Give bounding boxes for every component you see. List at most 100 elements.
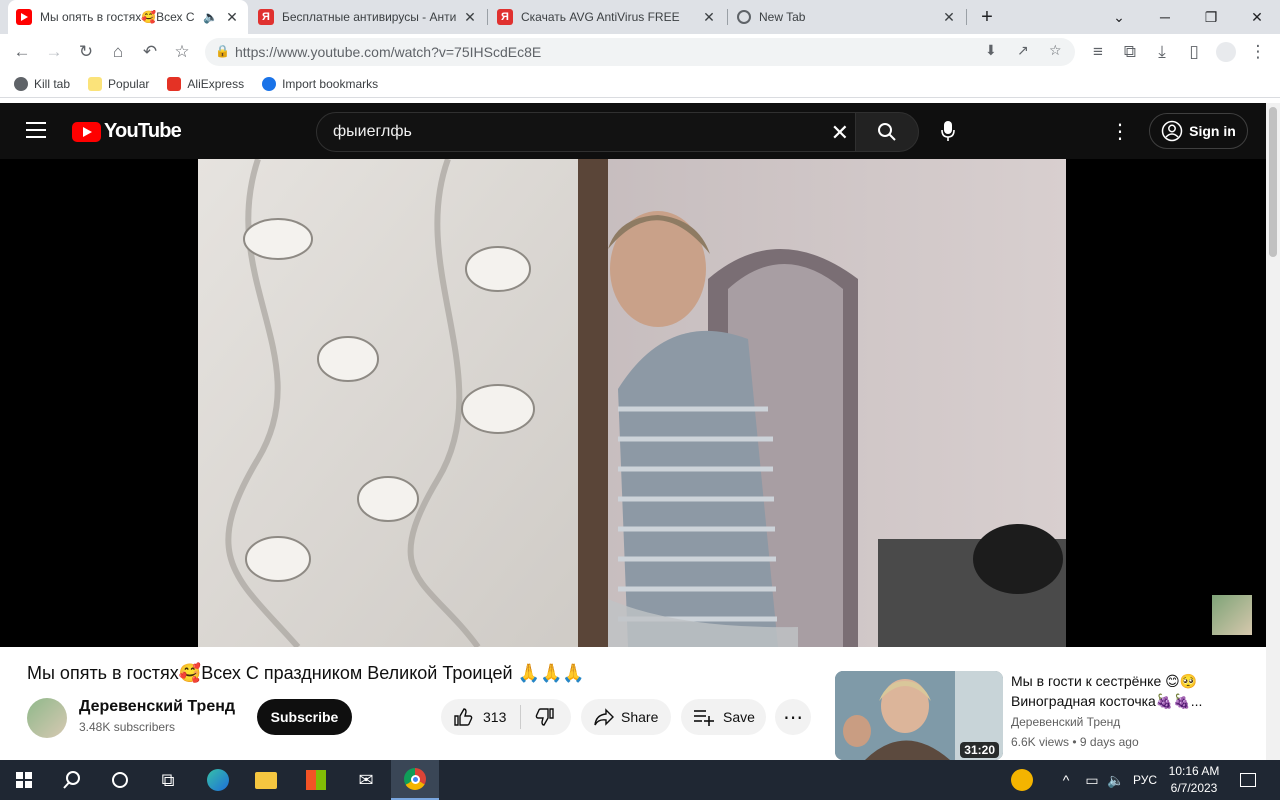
video-player[interactable] bbox=[0, 159, 1266, 647]
language-indicator[interactable]: РУС bbox=[1128, 760, 1162, 800]
folder-icon bbox=[88, 76, 103, 91]
bookmark-label: Kill tab bbox=[34, 76, 71, 91]
share-icon[interactable]: ↗ bbox=[1017, 42, 1029, 59]
forward-icon[interactable]: → bbox=[40, 38, 68, 66]
notifications-icon[interactable] bbox=[1228, 760, 1268, 800]
windows-start-icon[interactable] bbox=[0, 760, 48, 800]
more-horizontal-icon: ⋯ bbox=[783, 706, 803, 729]
scrollbar-thumb[interactable] bbox=[1269, 107, 1277, 257]
weather-icon[interactable] bbox=[998, 760, 1046, 800]
address-bar[interactable]: 🔒 https://www.youtube.com/watch?v=75IHSc… bbox=[205, 38, 1075, 66]
globe-icon bbox=[737, 10, 751, 24]
bookmark-import[interactable]: Import bookmarks bbox=[262, 76, 378, 91]
tab-search-button[interactable]: ⌄ bbox=[1096, 0, 1142, 34]
star-icon[interactable]: ☆ bbox=[1049, 42, 1062, 59]
file-explorer-icon[interactable] bbox=[242, 760, 290, 800]
search-input[interactable]: фыиеглфь ✕ bbox=[316, 112, 856, 152]
account-icon bbox=[1161, 120, 1183, 142]
search-icon[interactable] bbox=[48, 760, 96, 800]
close-tab-icon[interactable]: ✕ bbox=[701, 9, 717, 26]
tab-youtube[interactable]: Мы опять в гостях🥰Всех С 🔈 ✕ bbox=[8, 0, 248, 34]
save-button[interactable]: Save bbox=[681, 699, 766, 735]
hamburger-menu-icon[interactable] bbox=[26, 122, 46, 138]
thumbs-up-icon bbox=[454, 708, 473, 726]
close-tab-icon[interactable]: ✕ bbox=[941, 9, 957, 26]
browser-toolbar: ← → ↻ ⌂ ↶ ☆ 🔒 https://www.youtube.com/wa… bbox=[0, 34, 1280, 70]
youtube-logo[interactable]: YouTube bbox=[72, 120, 182, 143]
channel-watermark-avatar[interactable] bbox=[1212, 595, 1252, 635]
volume-icon[interactable]: 🔈 bbox=[1104, 760, 1128, 800]
home-icon[interactable]: ⌂ bbox=[104, 38, 132, 66]
side-panel-icon[interactable]: ▯ bbox=[1180, 38, 1208, 66]
back-icon[interactable]: ← bbox=[8, 38, 36, 66]
recommended-title[interactable]: Мы в гости к сестрёнке 😊🥺 Виноградная ко… bbox=[1011, 671, 1251, 711]
url-text: https://www.youtube.com/watch?v=75IHScdE… bbox=[235, 44, 542, 60]
crop-icon[interactable]: ⧉ bbox=[1116, 38, 1144, 66]
tab-divider bbox=[487, 9, 488, 25]
close-tab-icon[interactable]: ✕ bbox=[224, 9, 240, 26]
recommended-video[interactable]: 31:20 Мы в гости к сестрёнке 😊🥺 Виноград… bbox=[835, 671, 1266, 760]
new-tab-button[interactable]: + bbox=[964, 0, 1010, 34]
tray-chevron-icon[interactable]: ^ bbox=[1052, 760, 1080, 800]
search-button[interactable] bbox=[855, 112, 919, 152]
search-icon bbox=[878, 123, 896, 141]
dislike-button[interactable] bbox=[521, 707, 555, 727]
video-duration: 31:20 bbox=[960, 742, 999, 758]
yandex-favicon-icon: Я bbox=[258, 9, 274, 25]
subscribe-button[interactable]: Subscribe bbox=[257, 699, 352, 735]
channel-name[interactable]: Деревенский Тренд bbox=[79, 698, 235, 716]
bookmark-popular[interactable]: Popular bbox=[88, 76, 149, 91]
playlist-add-icon bbox=[694, 710, 714, 726]
browser-tab-strip: Мы опять в гостях🥰Всех С 🔈 ✕ Я Бесплатны… bbox=[0, 0, 1280, 34]
speaker-icon[interactable]: 🔈 bbox=[203, 10, 218, 24]
undo-icon[interactable]: ↶ bbox=[136, 38, 164, 66]
share-label: Share bbox=[621, 709, 659, 725]
tab-title: New Tab bbox=[759, 10, 806, 24]
sign-in-button[interactable]: Sign in bbox=[1149, 113, 1248, 149]
clock[interactable]: 10:16 AM 6/7/2023 bbox=[1162, 763, 1226, 797]
cortana-icon[interactable] bbox=[96, 760, 144, 800]
bookmark-aliexpress[interactable]: AliExpress bbox=[167, 76, 244, 91]
chrome-taskbar-icon[interactable] bbox=[391, 760, 439, 800]
clock-time: 10:16 AM bbox=[1168, 764, 1220, 778]
edge-icon[interactable] bbox=[194, 760, 242, 800]
tab-avg[interactable]: Я Скачать AVG AntiVirus FREE ✕ bbox=[489, 0, 725, 34]
tab-antivirus[interactable]: Я Бесплатные антивирусы - Анти ✕ bbox=[250, 0, 486, 34]
settings-kebab-icon[interactable]: ⋮ bbox=[1110, 119, 1130, 144]
youtube-play-icon bbox=[72, 121, 101, 142]
channel-avatar[interactable] bbox=[27, 698, 67, 738]
clear-search-icon[interactable]: ✕ bbox=[831, 120, 849, 146]
install-icon[interactable]: ⬇ bbox=[985, 42, 997, 59]
bookmark-star-icon[interactable]: ☆ bbox=[168, 38, 196, 66]
minimize-button[interactable]: ─ bbox=[1142, 0, 1188, 34]
save-label: Save bbox=[723, 709, 755, 725]
share-button[interactable]: Share bbox=[581, 699, 671, 735]
page-scrollbar[interactable] bbox=[1266, 103, 1280, 760]
tab-new[interactable]: New Tab ✕ bbox=[729, 0, 965, 34]
task-view-icon[interactable]: ⧉ bbox=[144, 760, 192, 800]
search-query-text: фыиеглфь bbox=[333, 123, 412, 140]
store-icon[interactable] bbox=[292, 760, 340, 800]
recommended-thumbnail[interactable]: 31:20 bbox=[835, 671, 1003, 760]
share-arrow-icon bbox=[594, 708, 614, 726]
bookmark-kill-tab[interactable]: Kill tab bbox=[14, 76, 71, 91]
reload-icon[interactable]: ↻ bbox=[72, 38, 100, 66]
thumbs-down-icon bbox=[535, 708, 554, 726]
profile-icon[interactable] bbox=[1212, 38, 1240, 66]
mail-icon[interactable]: ✉ bbox=[342, 760, 390, 800]
reading-list-icon[interactable]: ≡ bbox=[1084, 38, 1112, 66]
close-tab-icon[interactable]: ✕ bbox=[462, 9, 478, 26]
close-window-button[interactable]: ✕ bbox=[1234, 0, 1280, 34]
recommended-channel[interactable]: Деревенский Тренд bbox=[1011, 715, 1120, 729]
watch-metadata: Мы опять в гостях🥰Всех С праздником Вели… bbox=[0, 647, 1266, 760]
microphone-icon[interactable] bbox=[928, 111, 968, 151]
more-actions-button[interactable]: ⋯ bbox=[775, 699, 811, 735]
download-icon[interactable]: ⤓ bbox=[1148, 38, 1176, 66]
network-icon[interactable]: ▭ bbox=[1080, 760, 1104, 800]
video-frame[interactable] bbox=[198, 159, 1066, 647]
globe-icon bbox=[14, 76, 28, 91]
menu-kebab-icon[interactable]: ⋮ bbox=[1244, 38, 1272, 66]
restore-button[interactable]: ❐ bbox=[1188, 0, 1234, 34]
like-button[interactable]: 313 bbox=[441, 705, 521, 729]
video-title: Мы опять в гостях🥰Всех С праздником Вели… bbox=[27, 663, 585, 683]
